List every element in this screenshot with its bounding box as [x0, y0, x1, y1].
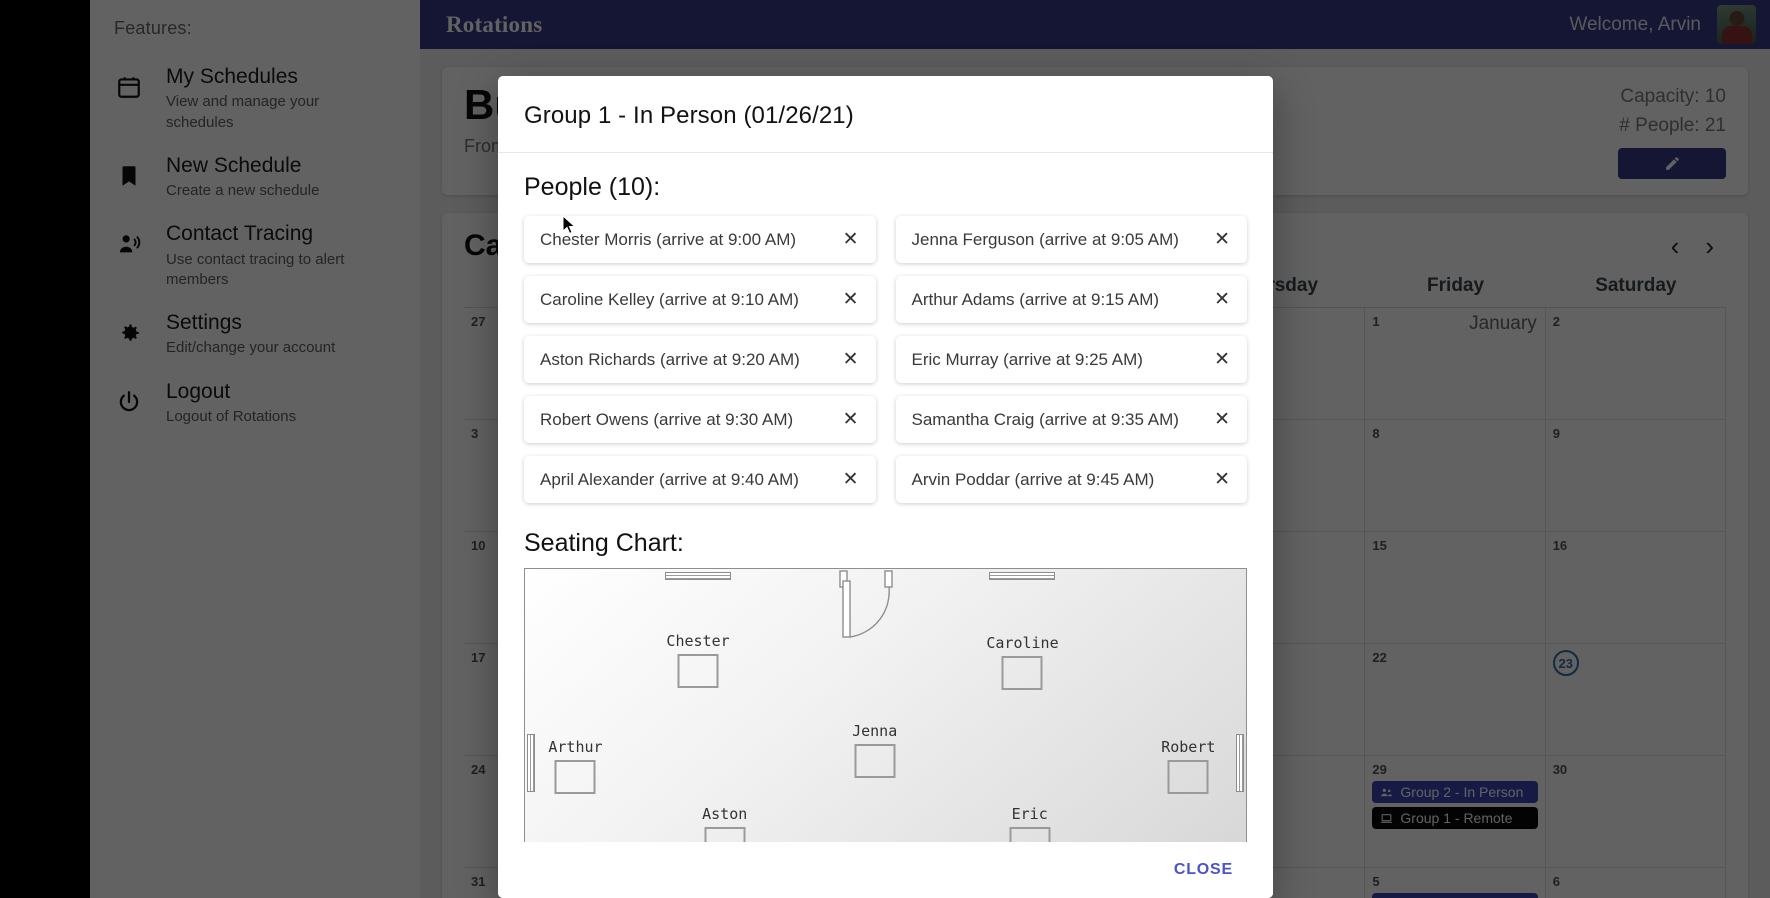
remove-person-icon[interactable]: ✕	[841, 290, 861, 309]
seating-heading: Seating Chart:	[524, 529, 684, 557]
person-name: Chester Morris (arrive at 9:00 AM)	[540, 229, 797, 249]
person-name: Robert Owens (arrive at 9:30 AM)	[540, 409, 794, 429]
modal-footer: CLOSE	[498, 842, 1273, 898]
remove-person-icon[interactable]: ✕	[1212, 290, 1232, 309]
person-name: Caroline Kelley (arrive at 9:10 AM)	[540, 289, 799, 309]
modal-header: Group 1 - In Person (01/26/21)	[498, 76, 1273, 153]
floorplan-window	[527, 734, 535, 793]
person-chip[interactable]: Arvin Poddar (arrive at 9:45 AM) ✕	[895, 456, 1247, 503]
seat-label: Arthur	[548, 738, 603, 757]
seat-desk	[704, 827, 746, 842]
seat-desk	[1009, 827, 1051, 842]
person-chip[interactable]: Eric Murray (arrive at 9:25 AM) ✕	[895, 336, 1247, 383]
floorplan-door	[827, 569, 907, 645]
person-name: Aston Richards (arrive at 9:20 AM)	[540, 349, 800, 369]
seat-label: Jenna	[852, 721, 898, 740]
floorplan-window	[989, 572, 1056, 580]
person-name: Eric Murray (arrive at 9:25 AM)	[911, 349, 1143, 369]
seat-desk	[854, 743, 896, 778]
people-list: Chester Morris (arrive at 9:00 AM) ✕ Jenna…	[524, 216, 1247, 503]
person-name: April Alexander (arrive at 9:40 AM)	[540, 469, 799, 489]
seat-label: Eric	[1011, 805, 1048, 824]
person-chip[interactable]: Aston Richards (arrive at 9:20 AM) ✕	[524, 336, 876, 383]
person-chip[interactable]: Arthur Adams (arrive at 9:15 AM) ✕	[895, 276, 1247, 323]
person-chip[interactable]: Robert Owens (arrive at 9:30 AM) ✕	[524, 396, 876, 443]
floorplan-window	[1236, 734, 1244, 793]
seat-desk	[677, 653, 719, 688]
seat-desk	[554, 760, 596, 795]
person-chip[interactable]: Caroline Kelley (arrive at 9:10 AM) ✕	[524, 276, 876, 323]
seat-label: Aston	[702, 805, 748, 824]
remove-person-icon[interactable]: ✕	[1212, 470, 1232, 489]
person-chip[interactable]: Samantha Craig (arrive at 9:35 AM) ✕	[895, 396, 1247, 443]
person-name: Arvin Poddar (arrive at 9:45 AM)	[911, 469, 1155, 489]
seat-desk	[1167, 760, 1209, 795]
floorplan-window	[665, 572, 732, 580]
remove-person-icon[interactable]: ✕	[841, 350, 861, 369]
seat-label: Caroline	[986, 633, 1059, 652]
remove-person-icon[interactable]: ✕	[1212, 350, 1232, 369]
remove-person-icon[interactable]: ✕	[1212, 410, 1232, 429]
mouse-cursor	[562, 215, 576, 235]
group-details-modal: Group 1 - In Person (01/26/21) People (1…	[498, 76, 1273, 898]
person-chip[interactable]: April Alexander (arrive at 9:40 AM) ✕	[524, 456, 876, 503]
remove-person-icon[interactable]: ✕	[841, 470, 861, 489]
people-heading: People (10):	[524, 173, 661, 201]
seat-desk	[1001, 655, 1043, 690]
close-button[interactable]: CLOSE	[1164, 853, 1243, 887]
remove-person-icon[interactable]: ✕	[1212, 230, 1232, 249]
person-name: Arthur Adams (arrive at 9:15 AM)	[911, 289, 1160, 309]
person-chip[interactable]: Jenna Ferguson (arrive at 9:05 AM) ✕	[895, 216, 1247, 263]
seat-label: Chester	[666, 631, 730, 650]
remove-person-icon[interactable]: ✕	[841, 410, 861, 429]
modal-body: People (10): Chester Morris (arrive at 9…	[498, 153, 1273, 842]
modal-title: Group 1 - In Person (01/26/21)	[524, 102, 854, 129]
person-name: Samantha Craig (arrive at 9:35 AM)	[911, 409, 1179, 429]
person-name: Jenna Ferguson (arrive at 9:05 AM)	[911, 229, 1179, 249]
seating-chart[interactable]: Chester Caroline Jenna Arthur Robert Aston Eri…	[524, 568, 1247, 842]
seat-label: Robert	[1161, 738, 1216, 757]
person-chip[interactable]: Chester Morris (arrive at 9:00 AM) ✕	[524, 216, 876, 263]
remove-person-icon[interactable]: ✕	[841, 230, 861, 249]
